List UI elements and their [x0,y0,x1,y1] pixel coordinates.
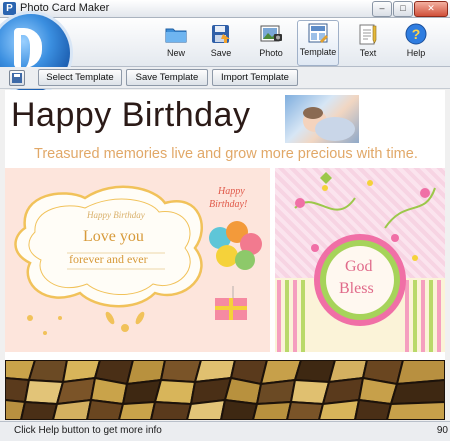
mosaic-background-strip[interactable] [5,360,445,420]
text-button[interactable]: Text [348,22,388,64]
save-label: Save [210,48,232,58]
birthday-card-left[interactable]: Happy Birthday Love you forever and ever… [5,168,270,352]
save-icon [212,25,230,43]
template-button[interactable]: Template [297,20,339,66]
select-template-button[interactable]: Select Template [38,69,122,86]
help-button[interactable]: ? Help [396,22,436,64]
card-heading[interactable]: Happy Birthday [11,96,250,135]
logo-p-icon [14,28,42,68]
quick-save-icon[interactable] [9,70,25,86]
status-zoom: 90 [436,425,448,436]
left-card-small-text: Happy Birthday [87,210,145,220]
svg-text:?: ? [412,26,421,42]
template-toolbar: Select Template Save Template Import Tem… [0,67,450,89]
new-label: New [166,48,185,58]
disk-icon [12,73,22,83]
text-label: Text [359,48,377,58]
photo-button[interactable]: Photo [251,22,291,64]
close-button[interactable]: ✕ [414,1,448,17]
left-card-sub-text: forever and ever [69,252,148,266]
save-button[interactable]: Save [201,22,241,64]
status-message: Click Help button to get more info [14,425,162,436]
mosaic-image [5,360,445,420]
card-canvas[interactable]: Happy Birthday Treasured memories live a… [5,90,445,420]
help-icon: ? [405,23,427,45]
photo-image [303,107,355,141]
left-card-main-text: Love you [83,228,144,245]
main-toolbar: New Save Photo Template Text ? Help [0,14,450,92]
window-title: Photo Card Maker [20,2,110,14]
template-label: Template [299,47,337,57]
minimize-button[interactable]: – [372,1,392,17]
title-bar: P Photo Card Maker – □ ✕ [0,0,450,18]
status-bar: Click Help button to get more info 90 [0,421,450,441]
photo-icon [260,25,282,42]
card-subtitle[interactable]: Treasured memories live and grow more pr… [34,146,418,162]
maximize-button[interactable]: □ [393,1,413,17]
template-icon [308,23,328,43]
new-button[interactable]: New [156,22,196,64]
baby-photo[interactable] [285,95,359,143]
right-card-line1: God [345,258,373,275]
text-icon [359,24,377,45]
folder-icon [165,28,187,43]
help-label: Help [406,48,426,58]
left-card-corner-text-2: Birthday! [209,199,248,210]
import-template-button[interactable]: Import Template [212,69,298,86]
birthday-card-right[interactable]: God Bless [275,168,445,352]
save-template-button[interactable]: Save Template [126,69,208,86]
left-card-corner-text-1: Happy [218,186,245,197]
photo-label: Photo [259,48,283,58]
app-logo-icon: P [3,2,16,15]
right-card-line2: Bless [339,280,374,297]
